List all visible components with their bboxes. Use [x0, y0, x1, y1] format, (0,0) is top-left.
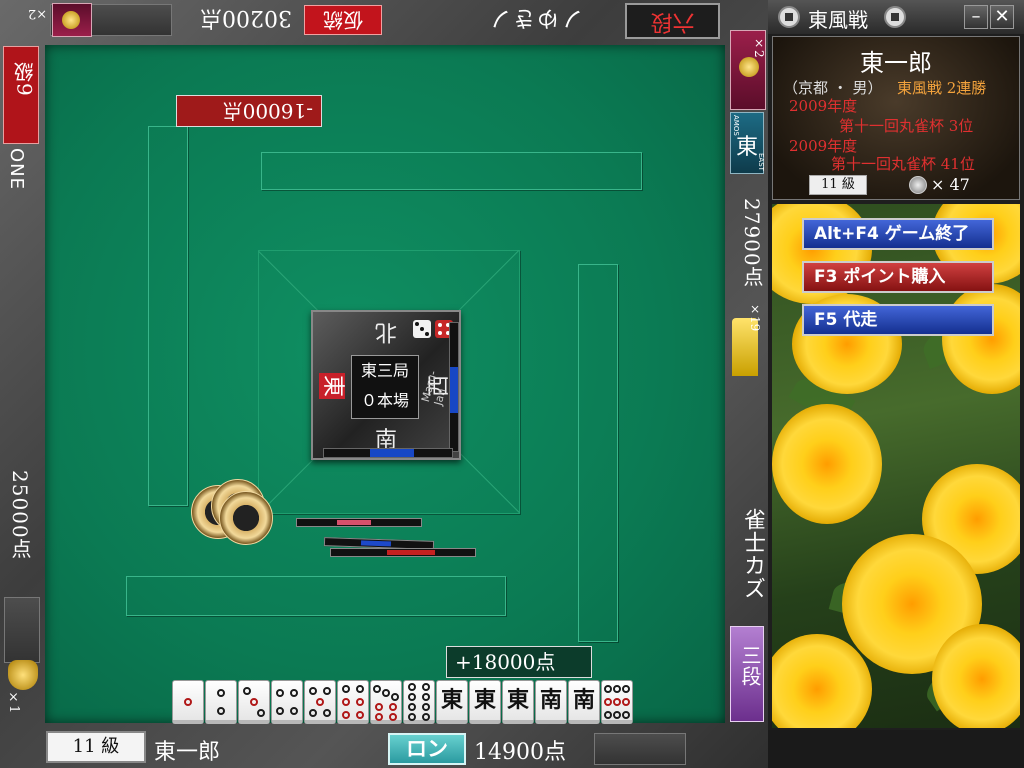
wind-east-icon: 東	[319, 373, 345, 399]
right-player-name: 雀士カズ	[740, 508, 765, 600]
hand-tile-7[interactable]	[370, 680, 402, 724]
player-profile: 東一郎 （京都 ・ 男） 東風戦 2連勝 2009年度 第十一回丸雀杯 3位 2…	[772, 36, 1020, 200]
right-badge-count: ×2	[752, 36, 766, 58]
riichi-stick-1	[296, 518, 422, 527]
bottom-score-change: +18000点	[446, 646, 592, 678]
hand-tile-4[interactable]	[271, 680, 303, 724]
close-button[interactable]: ✕	[990, 5, 1014, 29]
hand-tile-6[interactable]	[337, 680, 369, 724]
profile-history-event-2: 第十一回丸雀杯 41位	[831, 155, 975, 173]
hand-tile-12[interactable]: 南	[535, 680, 567, 724]
bottom-right-slot	[594, 733, 686, 765]
riichi-bar-right	[449, 322, 459, 452]
round-info-console: 北 東 西 南 東三局 ０本場 Maru-Jan	[311, 310, 461, 460]
profile-rank: 11 級	[809, 175, 867, 195]
profile-history-year-1: 2009年度	[789, 97, 858, 115]
app-right-icon	[884, 6, 906, 28]
hand-tile-8[interactable]	[403, 680, 435, 724]
panel-footer	[768, 730, 1024, 768]
profile-name: 東一郎	[860, 49, 932, 77]
bottom-player-score: 14900点	[474, 740, 566, 765]
top-player-name: ノゆきノ	[487, 5, 584, 30]
hand-tile-10[interactable]: 東	[469, 680, 501, 724]
top-left-badge-icon	[52, 3, 92, 37]
player-hand: 東東東南南	[172, 680, 634, 724]
profile-history-event-1: 第十一回丸雀杯 3位	[839, 117, 974, 135]
hand-tile-2[interactable]	[205, 680, 237, 724]
app-left-icon	[778, 6, 800, 28]
minimize-button[interactable]: –	[964, 5, 988, 29]
round-label: 東三局	[360, 361, 409, 380]
top-left-badge-count: ×2	[28, 6, 48, 21]
coin-icon	[909, 176, 927, 194]
hand-tile-11[interactable]: 東	[502, 680, 534, 724]
auto-play-button[interactable]: F5 代走	[802, 304, 994, 336]
honba-label: ０本場	[360, 391, 409, 410]
right-player-seat-wind: 東 AMOS EAST	[730, 112, 765, 174]
left-player-rank: 6級	[3, 46, 39, 144]
ron-button[interactable]: ロン	[388, 733, 466, 765]
top-player-rank: 六段	[625, 3, 720, 39]
left-player-score: 25000点	[8, 470, 32, 560]
exit-game-button[interactable]: Alt+F4 ゲーム終了	[802, 218, 994, 250]
chip-stack-icon	[191, 479, 273, 545]
left-player-name: ONE	[6, 148, 27, 191]
bottom-player-rank: 11 級	[46, 731, 146, 763]
left-lower-slot	[4, 597, 40, 663]
buy-points-button[interactable]: F3 ポイント購入	[802, 261, 994, 293]
title-bar: 東風戦 – ✕	[768, 0, 1024, 34]
left-discard-area	[148, 126, 188, 506]
wind-north-icon: 北	[375, 319, 398, 344]
hand-tile-9[interactable]: 東	[436, 680, 468, 724]
riichi-stick-3	[330, 548, 476, 557]
top-discard-area	[261, 152, 642, 190]
top-player-score: 30200点	[200, 5, 292, 30]
top-score-change: -16000点	[176, 95, 322, 127]
window-title: 東風戦	[808, 8, 868, 32]
dice-1-icon	[413, 320, 431, 338]
hand-tile-1[interactable]	[172, 680, 204, 724]
side-panel: 東風戦 – ✕ 東一郎 （京都 ・ 男） 東風戦 2連勝 2009年度 第十一回…	[768, 0, 1024, 768]
bottom-discard-area	[126, 576, 506, 616]
bottom-player-name: 東一郎	[154, 740, 221, 765]
top-player-rank-tag: 仮統	[304, 5, 382, 35]
right-player-score: 27900点	[740, 198, 764, 288]
trophy-icon	[8, 660, 38, 690]
hand-tile-13[interactable]: 南	[568, 680, 600, 724]
hand-tile-14[interactable]	[601, 680, 633, 724]
hand-tile-5[interactable]	[304, 680, 336, 724]
game-table-frame: ×2 30200点 仮統 ノゆきノ 六段 6級 ONE 25000点 ×1 ×2…	[0, 0, 768, 768]
point-stack-count: ×19	[748, 302, 762, 332]
riichi-bar-bottom	[323, 448, 453, 458]
hand-tile-3[interactable]	[238, 680, 270, 724]
game-table-felt: -16000点 +18000点 北 東 西 南 東三局 ０本場 Maru-Jan	[45, 45, 725, 723]
right-player-rank: 三段	[730, 626, 764, 722]
profile-coin-count: × 47	[931, 175, 970, 194]
right-discard-area	[578, 264, 618, 642]
round-indicator: 東三局 ０本場	[351, 355, 419, 419]
profile-streak: 東風戦 2連勝	[897, 79, 987, 97]
trophy-count: ×1	[6, 690, 21, 714]
